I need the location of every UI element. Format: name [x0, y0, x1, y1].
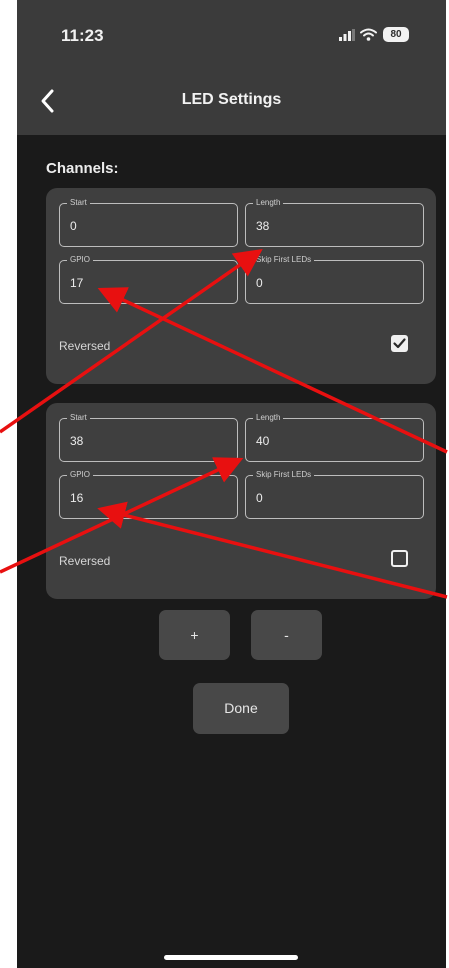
annotation-arrow-to-length-1	[0, 248, 263, 434]
annotation-arrow-to-gpio-1	[97, 287, 448, 454]
annotation-arrow-to-gpio-2	[97, 501, 448, 599]
annotation-arrow-to-length-2	[0, 457, 244, 574]
annotation-arrows	[0, 248, 448, 599]
